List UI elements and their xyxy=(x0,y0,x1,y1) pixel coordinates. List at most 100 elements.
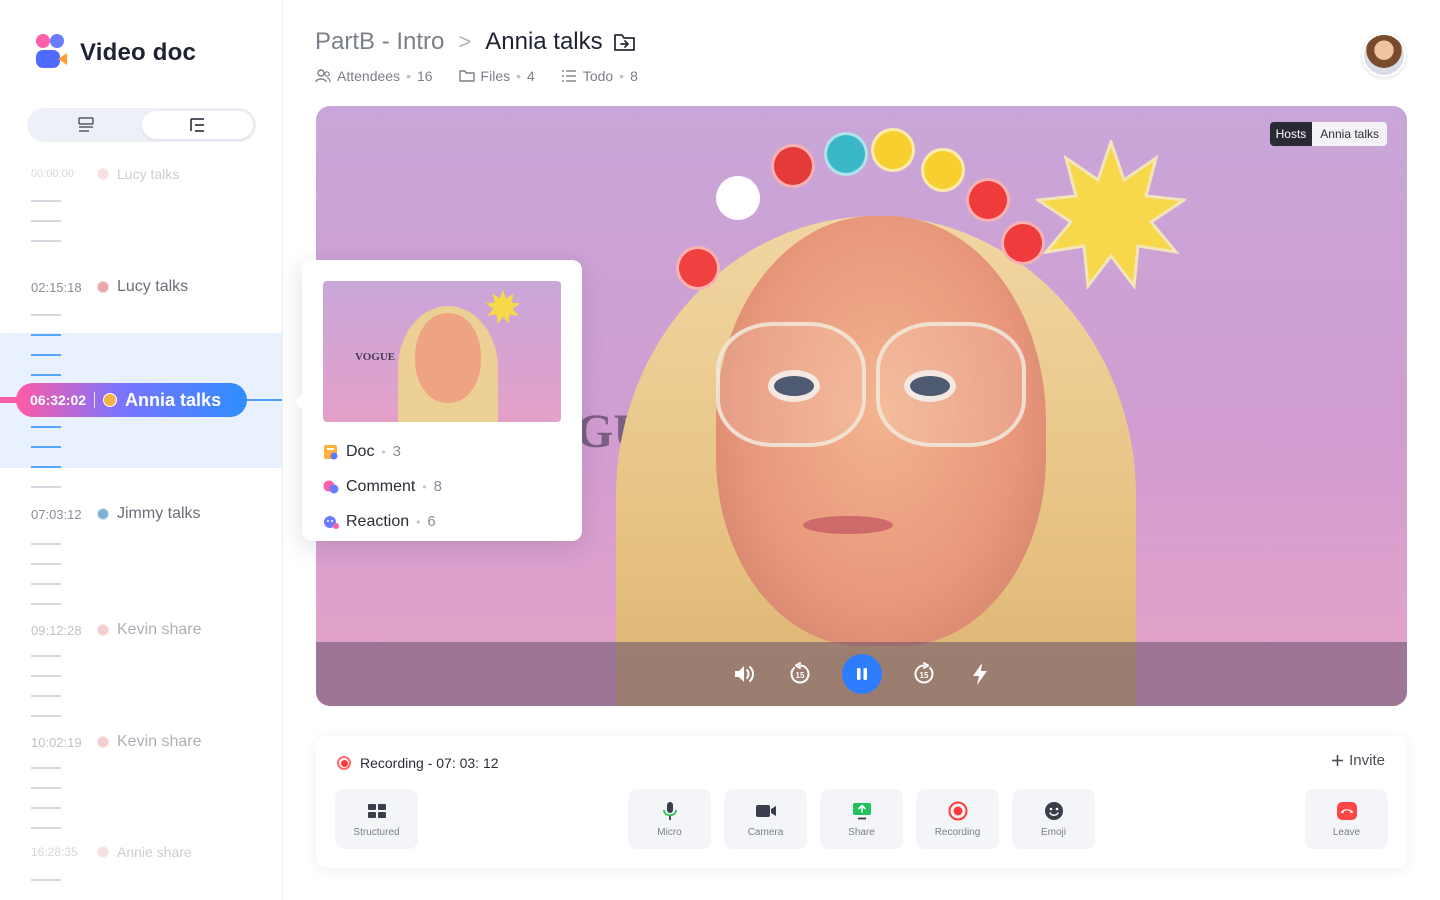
tool-label: Recording xyxy=(934,826,981,838)
bottle-cap xyxy=(871,128,915,172)
timeline-entry-active[interactable]: 06:32:02 Annia talks xyxy=(16,383,247,417)
timeline-entry[interactable]: 07:03:12 Jimmy talks xyxy=(31,505,201,523)
structured-button[interactable]: Structured xyxy=(335,789,418,849)
timeline-tick xyxy=(31,655,61,657)
volume-button[interactable] xyxy=(730,660,758,688)
bottle-cap xyxy=(1001,221,1045,265)
doc-count: 3 xyxy=(392,443,401,460)
breadcrumb-parent[interactable]: PartB - Intro xyxy=(315,28,444,56)
segment-thumbnail[interactable]: VOGUE xyxy=(323,281,561,422)
timeline-name: Jimmy talks xyxy=(117,505,201,522)
tool-label: Structured xyxy=(353,826,400,838)
meta-todo[interactable]: Todo • 8 xyxy=(561,68,638,84)
list-view-button[interactable] xyxy=(30,111,142,139)
timeline-name: Kevin share xyxy=(117,733,202,750)
emoji-icon xyxy=(1044,801,1063,820)
timeline-entry[interactable]: 16:28:35 Annie share xyxy=(31,844,192,860)
timeline-tick xyxy=(31,354,61,356)
divider xyxy=(94,392,96,408)
move-to-folder-icon[interactable] xyxy=(613,31,637,53)
speaker-avatar xyxy=(97,624,109,636)
pause-button[interactable] xyxy=(841,654,882,694)
timeline-tick xyxy=(31,767,61,769)
timeline-tick xyxy=(31,807,61,809)
reaction-label: Reaction xyxy=(346,512,410,530)
speaker-avatar xyxy=(97,846,109,858)
emoji-button[interactable]: Emoji xyxy=(1012,789,1095,849)
speaker-avatar xyxy=(97,168,109,180)
timeline-tick xyxy=(31,543,61,545)
comment-count: 8 xyxy=(433,478,442,495)
timeline-tick xyxy=(31,583,61,585)
timeline-tick xyxy=(31,827,61,829)
timeline-time: 16:28:35 xyxy=(31,845,78,859)
view-toggle xyxy=(27,108,256,142)
timeline-entry[interactable]: 10:02:19 Kevin share xyxy=(31,733,202,751)
breadcrumb-current: Annia talks xyxy=(485,28,603,55)
meta-count: 8 xyxy=(630,68,638,84)
recording-status: Recording - 07: 03: 12 xyxy=(337,755,499,771)
timeline-name: Kevin share xyxy=(117,621,202,638)
leave-button[interactable]: Leave xyxy=(1305,789,1388,849)
timeline-tick xyxy=(31,446,61,448)
bottle-cap xyxy=(921,148,965,192)
bottle-cap xyxy=(966,178,1010,222)
user-avatar[interactable] xyxy=(1362,33,1406,77)
timeline-time: 10:02:19 xyxy=(31,734,82,750)
micro-button[interactable]: Micro xyxy=(628,789,711,849)
outline-view-button[interactable] xyxy=(141,111,253,139)
bottle-cap xyxy=(716,176,760,220)
list-view-icon xyxy=(78,117,94,132)
svg-text:15: 15 xyxy=(795,671,804,680)
timeline-time: 09:12:28 xyxy=(31,622,82,638)
microphone-icon xyxy=(662,801,677,820)
timeline-tick xyxy=(31,486,61,488)
stat-dot: • xyxy=(422,479,427,494)
outline-view-icon xyxy=(190,118,205,132)
comment-row[interactable]: Comment • 8 xyxy=(323,469,561,504)
timeline-time: 02:15:18 xyxy=(31,279,82,295)
reaction-count: 6 xyxy=(427,513,436,530)
timeline-entry[interactable]: 09:12:28 Kevin share xyxy=(31,621,202,639)
timeline-tick xyxy=(31,563,61,565)
host-label: Hosts xyxy=(1269,122,1313,146)
glasses-right xyxy=(876,322,1026,447)
svg-text:15: 15 xyxy=(919,671,928,680)
timeline-tick xyxy=(31,715,61,717)
recording-button[interactable]: Recording xyxy=(916,789,999,849)
timeline-tick xyxy=(31,675,61,677)
forward-15-button[interactable]: 15 xyxy=(910,660,938,688)
timeline-tick xyxy=(31,200,61,202)
sun-decoration-icon xyxy=(485,289,521,325)
invite-button[interactable]: Invite xyxy=(1331,752,1385,769)
timeline-tick xyxy=(31,466,61,468)
page-header: PartB - Intro > Annia talks Attendees • … xyxy=(315,26,638,84)
doc-row[interactable]: Doc • 3 xyxy=(323,434,561,469)
plus-icon xyxy=(1332,755,1344,766)
timeline-entry[interactable]: 00:00:00 Lucy talks xyxy=(31,166,179,182)
sidebar: Video doc 00:00:00 Lucy talks 02:15:18 L… xyxy=(0,0,283,900)
flash-button[interactable] xyxy=(966,660,994,688)
timeline: 00:00:00 Lucy talks 02:15:18 Lucy talks … xyxy=(0,150,282,900)
breadcrumb: PartB - Intro > Annia talks xyxy=(315,26,638,58)
forward-15-icon: 15 xyxy=(914,662,933,684)
structured-grid-icon xyxy=(367,803,386,818)
portrait-mouth xyxy=(803,516,893,534)
timeline-time: 07:03:12 xyxy=(31,506,82,522)
reaction-icon xyxy=(324,515,339,529)
timeline-tick xyxy=(31,787,61,789)
meta-attendees[interactable]: Attendees • 16 xyxy=(315,68,433,84)
share-button[interactable]: Share xyxy=(820,789,903,849)
meeting-meta: Attendees • 16 Files • 4 Todo • 8 xyxy=(315,68,638,84)
host-name: Annia talks xyxy=(1312,122,1387,146)
meta-dot: • xyxy=(406,68,411,84)
rewind-15-button[interactable]: 15 xyxy=(786,660,814,688)
tool-label: Leave xyxy=(1332,826,1361,838)
thumbnail-face xyxy=(415,313,481,403)
timeline-entry[interactable]: 02:15:18 Lucy talks xyxy=(31,278,188,296)
brand[interactable]: Video doc xyxy=(34,34,196,72)
timeline-name: Annia talks xyxy=(125,389,222,410)
meta-files[interactable]: Files • 4 xyxy=(458,68,535,84)
camera-button[interactable]: Camera xyxy=(724,789,807,849)
reaction-row[interactable]: Reaction • 6 xyxy=(323,504,561,539)
